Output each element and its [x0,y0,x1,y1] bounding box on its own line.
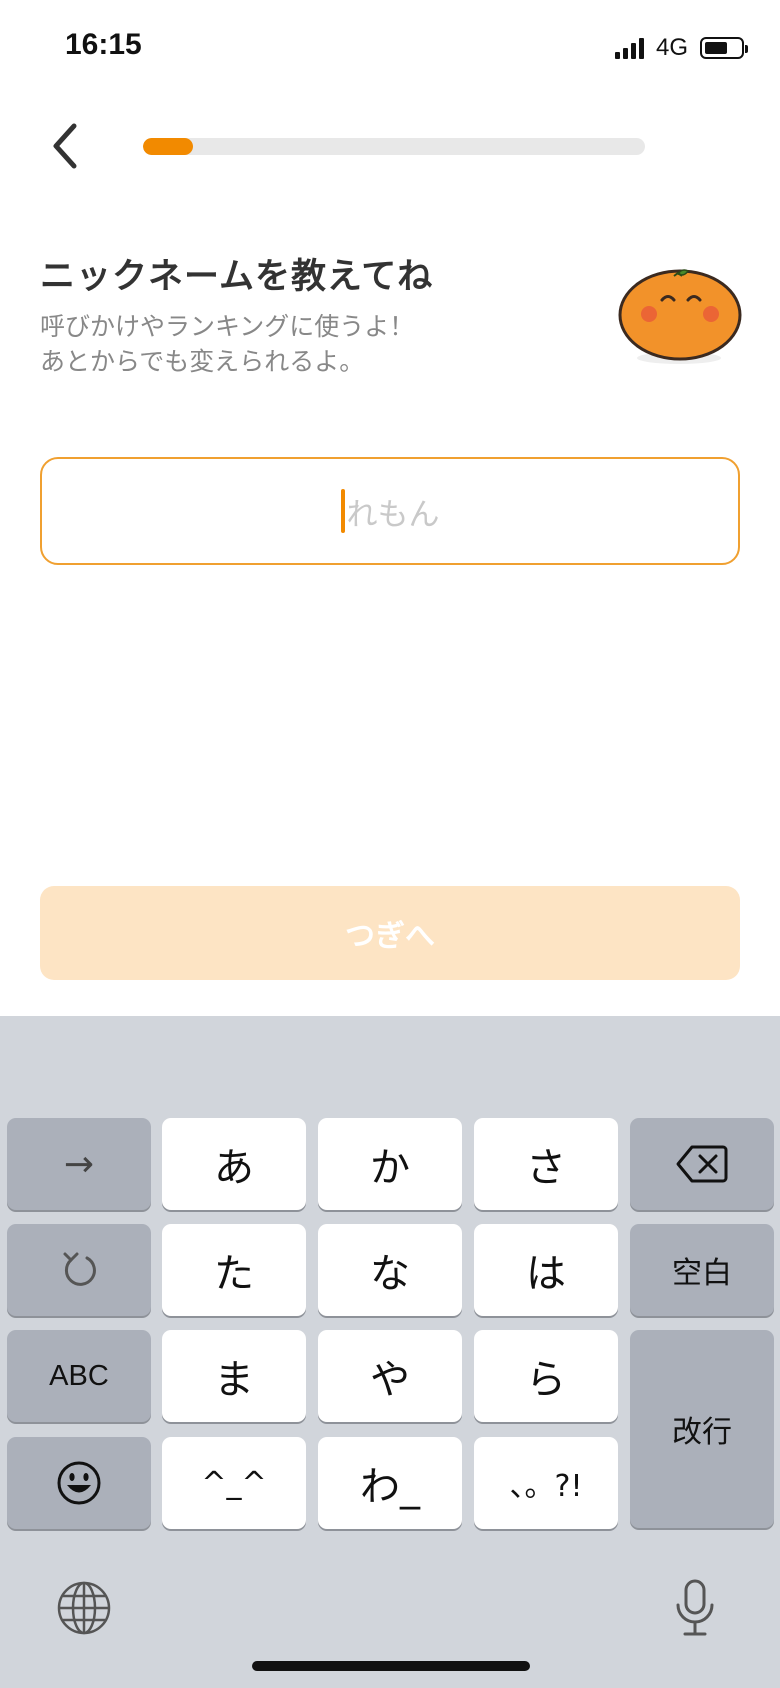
key-undo[interactable] [7,1224,151,1316]
key-delete[interactable] [630,1118,774,1210]
page-subtitle: 呼びかけやランキングに使うよ！ あとからでも変えられるよ。 [40,309,414,379]
home-indicator [252,1661,530,1671]
emoji-icon [57,1461,101,1505]
key-return[interactable]: 改行 [630,1330,774,1528]
microphone-icon[interactable] [672,1578,718,1642]
key-space[interactable]: 空白 [630,1224,774,1316]
key-ha[interactable]: は [474,1224,618,1316]
key-ka[interactable]: か [318,1118,462,1210]
key-ra[interactable]: ら [474,1330,618,1422]
key-wa[interactable]: わ_ [318,1437,462,1529]
arrow-right-icon: → [63,1143,95,1185]
key-emoji[interactable] [7,1437,151,1529]
delete-icon [676,1145,728,1183]
key-a[interactable]: あ [162,1118,306,1210]
key-sa[interactable]: さ [474,1118,618,1210]
nickname-input[interactable]: れもん [40,457,740,565]
next-button[interactable]: つぎへ [40,886,740,980]
signal-icon [614,37,644,59]
undo-icon [63,1252,96,1286]
status-time: 16:15 [65,28,142,61]
key-na[interactable]: な [318,1224,462,1316]
progress-fill [143,138,194,155]
nickname-placeholder: れもん [346,496,440,533]
key-kaomoji[interactable]: ^_^ [162,1437,306,1529]
status-indicators: 4G [614,34,748,62]
globe-icon[interactable] [56,1580,112,1640]
key-ma[interactable]: ま [162,1330,306,1422]
battery-icon [700,37,748,59]
mandarin-mascot-icon [614,262,744,372]
key-ya[interactable]: や [318,1330,462,1422]
chevron-left-icon [53,123,77,169]
key-abc[interactable]: ABC [7,1330,151,1422]
subtitle-line-2: あとからでも変えられるよ。 [40,347,365,376]
key-punctuation[interactable]: 、。?! [474,1437,618,1529]
back-button[interactable] [44,118,94,174]
text-caret [340,489,345,533]
key-arrow-right[interactable]: → [7,1118,151,1210]
progress-bar [143,138,645,155]
page-title: ニックネームを教えてね [40,257,434,297]
subtitle-line-1: 呼びかけやランキングに使うよ！ [40,312,415,341]
key-ta[interactable]: た [162,1224,306,1316]
network-type: 4G [655,34,688,61]
